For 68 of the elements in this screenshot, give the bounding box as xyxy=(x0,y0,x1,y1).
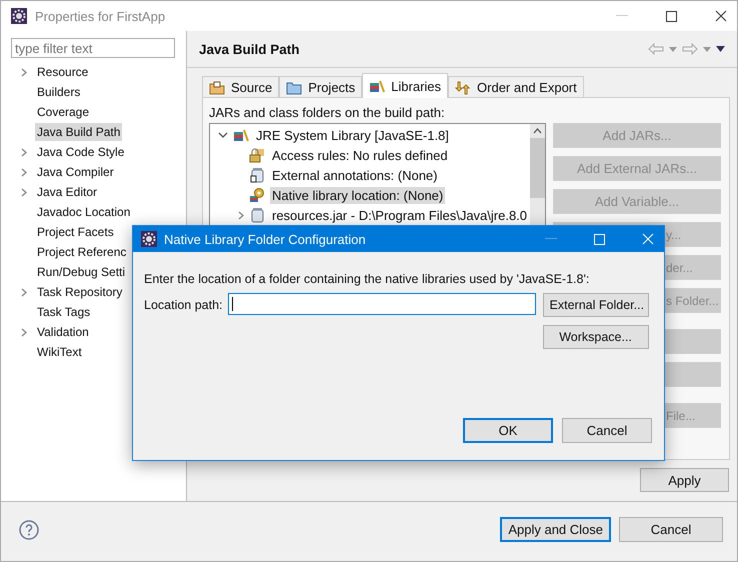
chevron-down-icon[interactable] xyxy=(218,132,228,138)
jar-icon xyxy=(249,207,265,223)
chevron-right-icon[interactable] xyxy=(21,168,27,176)
nav-item[interactable]: Project Facets xyxy=(35,223,116,241)
help-icon[interactable] xyxy=(19,520,39,540)
nav-item[interactable]: Builders xyxy=(35,83,82,101)
nav-item[interactable]: WikiText xyxy=(35,343,84,361)
nav-item[interactable]: Java Build Path xyxy=(35,123,122,141)
chevron-right-icon[interactable] xyxy=(21,328,27,336)
tab[interactable]: Order and Export xyxy=(448,76,584,98)
nav-item[interactable]: Validation xyxy=(35,323,91,341)
nav-item[interactable]: Java Editor xyxy=(35,183,100,201)
tree-item[interactable]: Access rules: No rules defined xyxy=(270,146,450,164)
nav-item[interactable]: Resource xyxy=(35,63,90,81)
nav-item[interactable]: Java Code Style xyxy=(35,143,126,161)
filter-field[interactable]: type filter text xyxy=(11,38,175,58)
dialog-button[interactable]: Cancel xyxy=(562,418,652,443)
field-label: Location path: xyxy=(144,297,223,314)
dropdown-caret-icon[interactable] xyxy=(669,46,677,52)
window-title: Properties for FirstApp xyxy=(35,8,166,24)
dropdown-caret-icon[interactable] xyxy=(703,46,711,52)
gear-icon xyxy=(11,8,27,24)
books-icon xyxy=(369,79,386,93)
folder-icon xyxy=(286,80,302,94)
close-icon[interactable] xyxy=(715,10,727,22)
tree-item[interactable]: Native library location: (None) xyxy=(270,186,446,204)
nav-item[interactable]: Run/Debug Setti xyxy=(35,263,128,281)
chevron-right-icon[interactable] xyxy=(21,68,27,76)
location-path-field[interactable] xyxy=(228,293,536,315)
nav-item[interactable]: Task Tags xyxy=(35,303,92,321)
package-folder-icon xyxy=(209,80,225,94)
nav-item[interactable]: Java Compiler xyxy=(35,163,116,181)
nav-item[interactable]: Task Repository xyxy=(35,283,124,301)
nav-item[interactable]: Project Referenc xyxy=(35,243,128,261)
tree-item[interactable]: External annotations: (None) xyxy=(270,166,440,184)
chevron-right-icon[interactable] xyxy=(238,210,244,220)
books-icon xyxy=(233,128,249,142)
apply-button[interactable]: Apply xyxy=(640,468,729,492)
dialog-button[interactable]: Workspace... xyxy=(542,325,649,349)
tree-item[interactable]: resources.jar - D:\Program Files\Java\jre.8.0 xyxy=(270,206,530,224)
dialog-message: Enter the location of a folder containing the native libraries used by 'JavaSE-1.8': xyxy=(144,272,590,286)
nav-item[interactable]: Javadoc Location xyxy=(35,203,132,221)
dialog-title: Native Library Folder Configuration xyxy=(164,232,366,246)
tab[interactable]: Source xyxy=(202,76,280,98)
tab[interactable]: Projects xyxy=(279,76,362,98)
dialog-button[interactable]: External Folder... xyxy=(542,293,649,317)
view-menu-icon[interactable] xyxy=(716,46,725,52)
page-title: Java Build Path xyxy=(199,42,300,56)
footer-button[interactable]: Apply and Close xyxy=(500,517,611,542)
maximize-icon[interactable] xyxy=(666,10,677,22)
forward-arrow-icon[interactable] xyxy=(682,43,698,55)
back-arrow-icon[interactable] xyxy=(648,43,664,55)
chevron-right-icon[interactable] xyxy=(21,288,27,296)
build-path-label: JARs and class folders on the build path: xyxy=(209,105,446,122)
nav-item[interactable]: Coverage xyxy=(35,103,92,121)
tab[interactable]: Libraries xyxy=(362,73,448,98)
scrollbar-thumb[interactable] xyxy=(530,138,545,198)
tree-item[interactable]: JRE System Library [JavaSE-1.8] xyxy=(254,126,451,144)
scroll-up-icon[interactable] xyxy=(533,128,542,134)
dialog-button[interactable]: OK xyxy=(463,418,553,443)
gear-icon xyxy=(141,231,157,247)
footer-button[interactable]: Cancel xyxy=(619,517,723,542)
lock-icon xyxy=(249,147,265,163)
books-gear-icon xyxy=(249,187,265,203)
up-down-arrows-icon xyxy=(455,80,472,94)
jar-icon xyxy=(249,167,265,183)
chevron-right-icon[interactable] xyxy=(21,188,27,196)
chevron-right-icon[interactable] xyxy=(21,148,27,156)
